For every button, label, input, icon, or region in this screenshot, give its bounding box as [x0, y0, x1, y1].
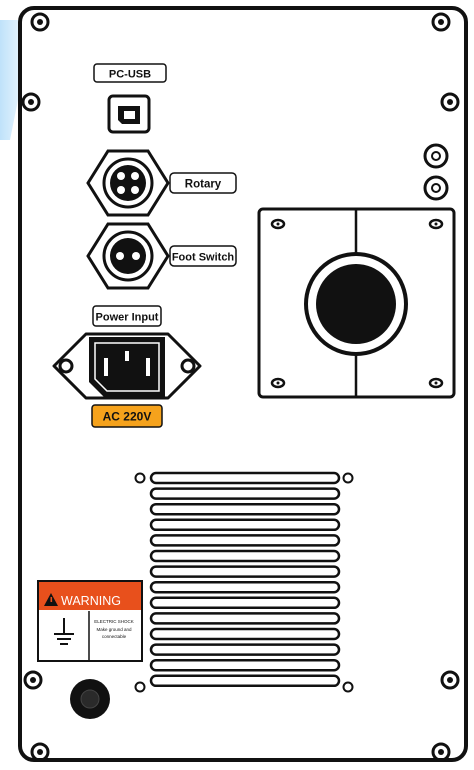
panel-svg: PC-USB Rotary Foot Switch Power Input AC…	[0, 6, 468, 762]
vent-screw	[342, 472, 354, 484]
vent-slot	[149, 549, 341, 563]
laser-rear-panel-diagram: PC-USB Rotary Foot Switch Power Input AC…	[0, 0, 474, 765]
power-input-label: Power Input	[96, 312, 159, 324]
round-power-jack-icon	[70, 679, 110, 719]
vent-slot	[149, 518, 341, 532]
vent-screw	[134, 472, 146, 484]
usb-b-port-icon	[107, 94, 151, 134]
fan-plate-screw	[428, 218, 444, 230]
vent-slot	[149, 565, 341, 578]
vent-slot	[149, 643, 341, 656]
fan-plate	[257, 207, 456, 399]
vent-slot	[149, 580, 341, 594]
vent-screw	[342, 681, 354, 693]
iec-power-socket-icon	[52, 332, 202, 400]
warning-title: WARNING	[61, 594, 121, 608]
vent-slot	[149, 502, 341, 516]
vent-slot	[149, 471, 341, 485]
vent-slot	[149, 596, 341, 610]
vent-slot	[149, 487, 341, 500]
warning-text-2: Make ground and	[96, 627, 132, 632]
foot-switch-label: Foot Switch	[172, 252, 235, 264]
fan-plate-screw	[428, 377, 444, 389]
round-port-icon	[423, 143, 449, 169]
vent-slot	[149, 658, 341, 672]
fan-inner-disc	[316, 264, 396, 344]
vent-screw	[134, 681, 146, 693]
warning-text-1: ELECTRIC SHOCK	[94, 619, 134, 624]
round-port-icon	[423, 175, 449, 201]
warning-text-3: connectable	[102, 634, 127, 639]
vent-slot	[149, 674, 341, 688]
pc-usb-label: PC-USB	[109, 69, 151, 81]
vent-slot	[149, 627, 341, 641]
vent-slot	[149, 612, 341, 625]
vent-slot	[149, 534, 341, 547]
fan-plate-screw	[270, 218, 286, 230]
rotary-label: Rotary	[185, 179, 222, 191]
voltage-label: AC 220V	[103, 410, 152, 424]
fan-plate-screw	[270, 377, 286, 389]
warning-label: WARNING ELECTRIC SHOCK Make ground and c…	[37, 580, 143, 662]
